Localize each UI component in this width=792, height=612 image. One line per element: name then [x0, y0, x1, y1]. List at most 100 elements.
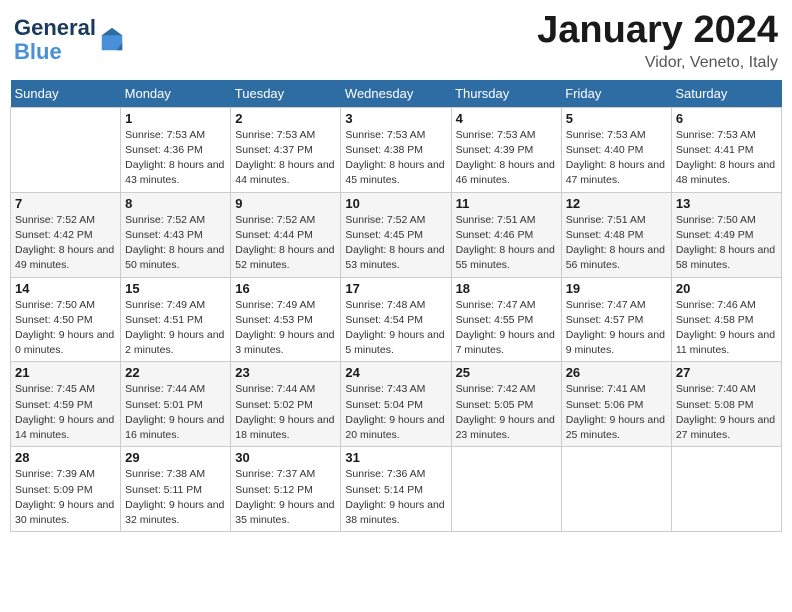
day-number: 27: [676, 365, 777, 380]
page-header: GeneralBlue January 2024 Vidor, Veneto, …: [10, 10, 782, 72]
day-cell-1: 1 Sunrise: 7:53 AMSunset: 4:36 PMDaylight…: [121, 107, 231, 192]
day-info: Sunrise: 7:43 AMSunset: 5:04 PMDaylight:…: [345, 382, 446, 443]
weekday-header-thursday: Thursday: [451, 80, 561, 108]
day-info: Sunrise: 7:45 AMSunset: 4:59 PMDaylight:…: [15, 382, 116, 443]
day-number: 10: [345, 196, 446, 211]
day-cell-5: 5 Sunrise: 7:53 AMSunset: 4:40 PMDaylight…: [561, 107, 671, 192]
month-title: January 2024: [537, 10, 778, 52]
day-cell-30: 30 Sunrise: 7:37 AMSunset: 5:12 PMDayligh…: [231, 447, 341, 532]
day-number: 4: [456, 111, 557, 126]
week-row-3: 14 Sunrise: 7:50 AMSunset: 4:50 PMDayligh…: [11, 277, 782, 362]
day-cell-16: 16Sunrise: 7:49 AMSunset: 4:53 PMDayligh…: [231, 277, 341, 362]
weekday-header-friday: Friday: [561, 80, 671, 108]
day-cell-4: 4Sunrise: 7:53 AMSunset: 4:39 PMDaylight…: [451, 107, 561, 192]
day-cell-20: 20Sunrise: 7:46 AMSunset: 4:58 PMDayligh…: [671, 277, 781, 362]
day-cell-14: 14 Sunrise: 7:50 AMSunset: 4:50 PMDayligh…: [11, 277, 121, 362]
day-number: 5: [566, 111, 667, 126]
day-number: 13: [676, 196, 777, 211]
day-info: Sunrise: 7:53 AMSunset: 4:37 PMDaylight:…: [235, 128, 336, 189]
day-number: 8: [125, 196, 226, 211]
day-number: 9: [235, 196, 336, 211]
day-number: 25: [456, 365, 557, 380]
logo-text: GeneralBlue: [14, 16, 96, 64]
day-info: Sunrise: 7:44 AMSunset: 5:01 PMDaylight:…: [125, 382, 226, 443]
weekday-header-row: SundayMondayTuesdayWednesdayThursdayFrid…: [11, 80, 782, 108]
day-number: 15: [125, 281, 226, 296]
day-number: 19: [566, 281, 667, 296]
day-number: 26: [566, 365, 667, 380]
day-number: 7: [15, 196, 116, 211]
day-number: 6: [676, 111, 777, 126]
day-number: 29: [125, 450, 226, 465]
day-number: 14: [15, 281, 116, 296]
day-cell-13: 13 Sunrise: 7:50 AMSunset: 4:49 PMDayligh…: [671, 192, 781, 277]
logo-icon: [98, 26, 126, 54]
day-number: 24: [345, 365, 446, 380]
logo: GeneralBlue: [14, 16, 126, 64]
day-number: 18: [456, 281, 557, 296]
day-number: 22: [125, 365, 226, 380]
day-cell-11: 11 Sunrise: 7:51 AMSunset: 4:46 PMDayligh…: [451, 192, 561, 277]
week-row-5: 28 Sunrise: 7:39 AMSunset: 5:09 PMDayligh…: [11, 447, 782, 532]
day-info: Sunrise: 7:47 AMSunset: 4:55 PMDaylight:…: [456, 298, 557, 359]
day-cell-31: 31 Sunrise: 7:36 AMSunset: 5:14 PMDayligh…: [341, 447, 451, 532]
day-info: Sunrise: 7:36 AMSunset: 5:14 PMDaylight:…: [345, 467, 446, 528]
day-number: 28: [15, 450, 116, 465]
day-info: Sunrise: 7:50 AMSunset: 4:50 PMDaylight:…: [15, 298, 116, 359]
day-info: Sunrise: 7:51 AMSunset: 4:46 PMDaylight:…: [456, 213, 557, 274]
day-cell-9: 9 Sunrise: 7:52 AMSunset: 4:44 PMDaylight…: [231, 192, 341, 277]
day-cell-22: 22 Sunrise: 7:44 AMSunset: 5:01 PMDayligh…: [121, 362, 231, 447]
day-info: Sunrise: 7:44 AMSunset: 5:02 PMDaylight:…: [235, 382, 336, 443]
day-number: 20: [676, 281, 777, 296]
empty-cell: [561, 447, 671, 532]
day-info: Sunrise: 7:51 AMSunset: 4:48 PMDaylight:…: [566, 213, 667, 274]
week-row-1: 1 Sunrise: 7:53 AMSunset: 4:36 PMDaylight…: [11, 107, 782, 192]
day-number: 3: [345, 111, 446, 126]
day-info: Sunrise: 7:40 AMSunset: 5:08 PMDaylight:…: [676, 382, 777, 443]
weekday-header-tuesday: Tuesday: [231, 80, 341, 108]
day-info: Sunrise: 7:53 AMSunset: 4:38 PMDaylight:…: [345, 128, 446, 189]
day-cell-2: 2Sunrise: 7:53 AMSunset: 4:37 PMDaylight…: [231, 107, 341, 192]
day-info: Sunrise: 7:53 AMSunset: 4:41 PMDaylight:…: [676, 128, 777, 189]
day-info: Sunrise: 7:53 AMSunset: 4:36 PMDaylight:…: [125, 128, 226, 189]
weekday-header-sunday: Sunday: [11, 80, 121, 108]
empty-cell: [11, 107, 121, 192]
day-info: Sunrise: 7:39 AMSunset: 5:09 PMDaylight:…: [15, 467, 116, 528]
day-number: 11: [456, 196, 557, 211]
day-cell-12: 12 Sunrise: 7:51 AMSunset: 4:48 PMDayligh…: [561, 192, 671, 277]
day-number: 12: [566, 196, 667, 211]
week-row-2: 7 Sunrise: 7:52 AMSunset: 4:42 PMDaylight…: [11, 192, 782, 277]
day-info: Sunrise: 7:52 AMSunset: 4:43 PMDaylight:…: [125, 213, 226, 274]
day-cell-17: 17Sunrise: 7:48 AMSunset: 4:54 PMDayligh…: [341, 277, 451, 362]
day-cell-27: 27 Sunrise: 7:40 AMSunset: 5:08 PMDayligh…: [671, 362, 781, 447]
day-info: Sunrise: 7:52 AMSunset: 4:42 PMDaylight:…: [15, 213, 116, 274]
calendar-table: SundayMondayTuesdayWednesdayThursdayFrid…: [10, 80, 782, 532]
day-number: 31: [345, 450, 446, 465]
weekday-header-monday: Monday: [121, 80, 231, 108]
day-info: Sunrise: 7:47 AMSunset: 4:57 PMDaylight:…: [566, 298, 667, 359]
day-info: Sunrise: 7:41 AMSunset: 5:06 PMDaylight:…: [566, 382, 667, 443]
day-info: Sunrise: 7:52 AMSunset: 4:45 PMDaylight:…: [345, 213, 446, 274]
day-cell-29: 29Sunrise: 7:38 AMSunset: 5:11 PMDayligh…: [121, 447, 231, 532]
day-info: Sunrise: 7:37 AMSunset: 5:12 PMDaylight:…: [235, 467, 336, 528]
day-cell-26: 26 Sunrise: 7:41 AMSunset: 5:06 PMDayligh…: [561, 362, 671, 447]
day-cell-18: 18 Sunrise: 7:47 AMSunset: 4:55 PMDayligh…: [451, 277, 561, 362]
day-info: Sunrise: 7:42 AMSunset: 5:05 PMDaylight:…: [456, 382, 557, 443]
day-info: Sunrise: 7:53 AMSunset: 4:40 PMDaylight:…: [566, 128, 667, 189]
day-cell-10: 10 Sunrise: 7:52 AMSunset: 4:45 PMDayligh…: [341, 192, 451, 277]
day-cell-28: 28 Sunrise: 7:39 AMSunset: 5:09 PMDayligh…: [11, 447, 121, 532]
weekday-header-wednesday: Wednesday: [341, 80, 451, 108]
day-number: 30: [235, 450, 336, 465]
day-number: 21: [15, 365, 116, 380]
day-number: 1: [125, 111, 226, 126]
day-cell-24: 24 Sunrise: 7:43 AMSunset: 5:04 PMDayligh…: [341, 362, 451, 447]
weekday-header-saturday: Saturday: [671, 80, 781, 108]
day-info: Sunrise: 7:50 AMSunset: 4:49 PMDaylight:…: [676, 213, 777, 274]
empty-cell: [671, 447, 781, 532]
day-cell-21: 21 Sunrise: 7:45 AMSunset: 4:59 PMDayligh…: [11, 362, 121, 447]
day-info: Sunrise: 7:52 AMSunset: 4:44 PMDaylight:…: [235, 213, 336, 274]
day-info: Sunrise: 7:48 AMSunset: 4:54 PMDaylight:…: [345, 298, 446, 359]
day-cell-23: 23Sunrise: 7:44 AMSunset: 5:02 PMDayligh…: [231, 362, 341, 447]
day-cell-3: 3 Sunrise: 7:53 AMSunset: 4:38 PMDaylight…: [341, 107, 451, 192]
day-cell-8: 8 Sunrise: 7:52 AMSunset: 4:43 PMDaylight…: [121, 192, 231, 277]
